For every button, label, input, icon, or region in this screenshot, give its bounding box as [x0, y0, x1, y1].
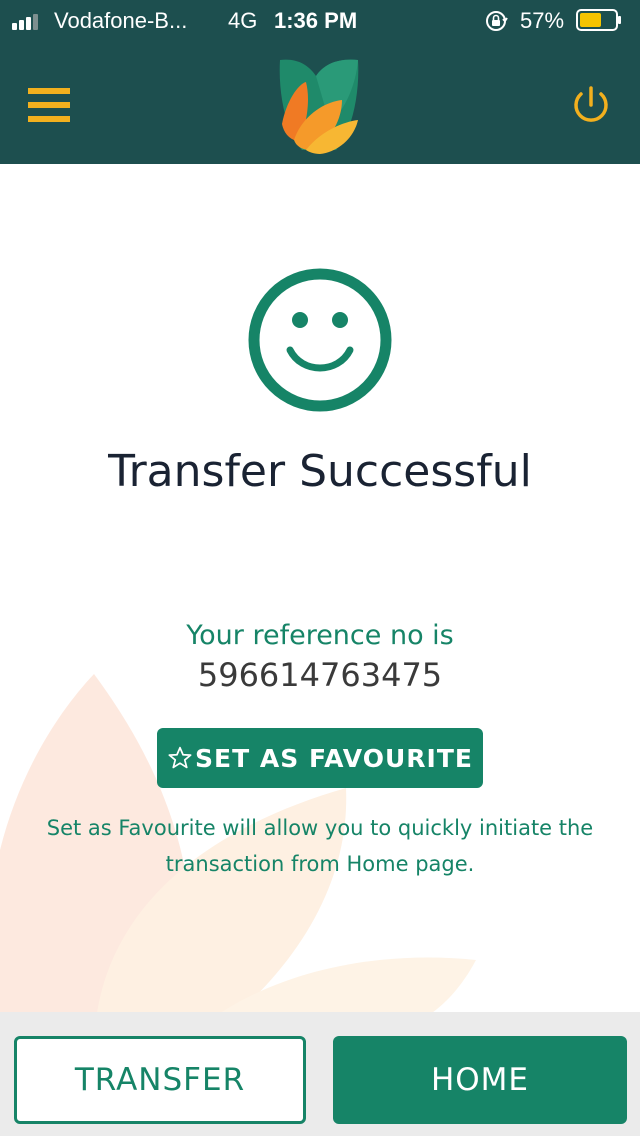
signal-icon [12, 12, 46, 30]
page-title: Transfer Successful [108, 446, 532, 497]
set-favourite-label: SET AS FAVOURITE [195, 743, 473, 773]
battery-percent: 57% [520, 8, 565, 33]
transfer-button-label: TRANSFER [74, 1062, 246, 1098]
reference-label: Your reference no is [186, 620, 454, 651]
status-time: 1:36 PM [274, 8, 358, 33]
network-type: 4G [228, 8, 258, 33]
status-bar: Vodafone-B... 4G 1:36 PM 57% [0, 0, 640, 40]
bottom-action-bar: TRANSFER HOME [0, 1012, 640, 1136]
orientation-lock-icon [486, 11, 508, 31]
reference-number: 596614763475 [197, 656, 443, 694]
star-outline-icon [168, 746, 192, 769]
set-favourite-button[interactable]: SET AS FAVOURITE [157, 728, 483, 788]
carrier-name: Vodafone-B... [54, 8, 188, 33]
home-button-label: HOME [430, 1062, 530, 1098]
app-header [0, 40, 640, 164]
hamburger-menu-icon[interactable] [28, 88, 72, 124]
transfer-button[interactable]: TRANSFER [14, 1036, 306, 1124]
power-icon[interactable] [570, 85, 612, 127]
app-logo [279, 59, 359, 154]
smiley-icon [248, 268, 392, 412]
battery-icon [576, 9, 621, 31]
favourite-note: Set as Favourite will allow you to quick… [46, 816, 594, 876]
home-button[interactable]: HOME [333, 1036, 627, 1124]
